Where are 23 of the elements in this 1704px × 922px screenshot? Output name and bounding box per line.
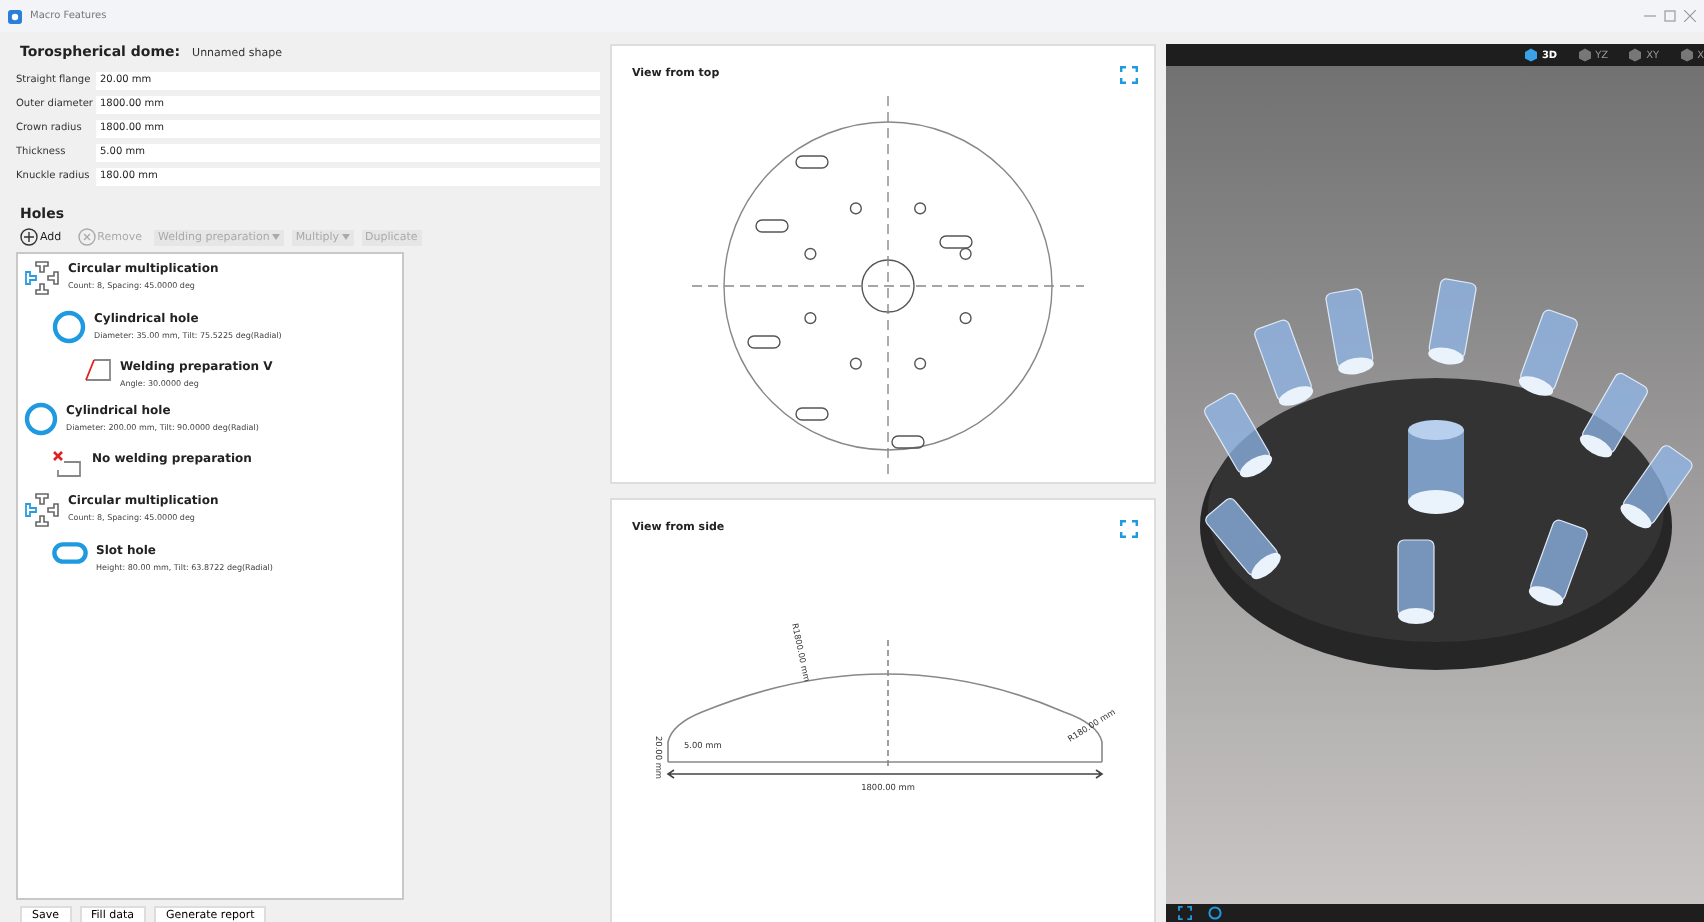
plus-icon xyxy=(20,228,38,246)
minimize-icon[interactable] xyxy=(1644,10,1656,22)
no-bevel-icon xyxy=(52,450,84,478)
caret-icon xyxy=(341,234,350,240)
bevel-icon xyxy=(84,358,112,382)
circle-icon xyxy=(52,310,86,344)
cube-icon xyxy=(1628,48,1643,62)
close-icon[interactable] xyxy=(1684,10,1696,22)
maximize-icon[interactable] xyxy=(1664,10,1676,22)
expand-icon[interactable] xyxy=(1178,906,1192,920)
expand-icon[interactable] xyxy=(1120,519,1138,537)
cube-icon xyxy=(1577,48,1592,62)
multiplication-icon xyxy=(24,260,60,296)
remove-icon xyxy=(77,228,96,246)
slot-icon xyxy=(52,542,88,564)
cube-icon xyxy=(1679,48,1694,62)
circle-icon xyxy=(24,402,58,436)
circle-icon[interactable] xyxy=(1208,906,1222,920)
multiplication-icon xyxy=(24,492,60,528)
expand-icon[interactable] xyxy=(1120,65,1138,83)
caret-icon xyxy=(271,234,280,240)
app-icon xyxy=(8,9,22,23)
cube-icon xyxy=(1523,48,1538,62)
